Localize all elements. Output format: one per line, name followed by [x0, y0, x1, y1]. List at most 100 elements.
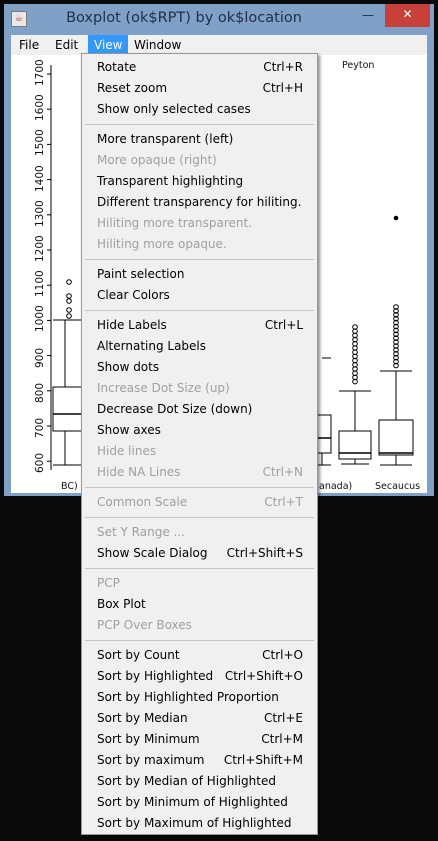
menu-item-shortcut: Ctrl+H — [262, 81, 303, 95]
y-tick-label: 1500 — [34, 129, 46, 157]
menu-item-set-y-range: Set Y Range ... — [82, 522, 317, 543]
menu-item-sort-by-count[interactable]: Sort by Count Ctrl+O — [82, 645, 317, 666]
menu-item-rotate[interactable]: Rotate Ctrl+R — [82, 57, 317, 78]
menu-edit[interactable]: Edit — [49, 35, 84, 55]
box-4-outlier — [393, 215, 399, 221]
menu-item-hiliting-more-transparent: Hiliting more transparent. — [82, 213, 317, 234]
menu-item-label: Different transparency for hiliting. — [97, 195, 302, 209]
box-1-outlier — [66, 307, 72, 313]
menu-item-shortcut: Ctrl+Shift+O — [224, 669, 303, 683]
category-label-peyton: Peyton — [342, 60, 375, 71]
menu-item-label: Show Scale Dialog — [97, 546, 208, 560]
box-2[interactable] — [315, 357, 332, 466]
menu-item-label: Sort by Median — [97, 711, 188, 725]
menu-item-label: Sort by Minimum — [97, 732, 200, 746]
menu-item-label: Reset zoom — [97, 81, 168, 95]
menu-item-show-scale-dialog[interactable]: Show Scale Dialog Ctrl+Shift+S — [82, 543, 317, 564]
menu-item-box-plot[interactable]: Box Plot — [82, 594, 317, 615]
category-label-1: BC) — [61, 481, 78, 492]
menu-item-label: Paint selection — [97, 267, 185, 281]
menu-item-sort-by-median-of-highlighted[interactable]: Sort by Median of Highlighted — [82, 771, 317, 792]
menu-item-clear-colors[interactable]: Clear Colors — [82, 285, 317, 306]
box-1-outlier — [66, 298, 72, 304]
menu-item-hide-na-lines: Hide NA Lines Ctrl+N — [82, 462, 317, 483]
menu-item-shortcut: Ctrl+L — [264, 318, 303, 332]
menu-item-reset-zoom[interactable]: Reset zoom Ctrl+H — [82, 78, 317, 99]
menu-item-sort-by-highlighted[interactable]: Sort by Highlighted Ctrl+Shift+O — [82, 666, 317, 687]
menu-item-shortcut: Ctrl+Shift+M — [223, 753, 303, 767]
minimize-button[interactable]: — — [355, 5, 381, 26]
menu-item-show-only-selected-cases[interactable]: Show only selected cases — [82, 99, 317, 120]
menu-item-transparent-highlighting[interactable]: Transparent highlighting — [82, 171, 317, 192]
menu-item-label: Sort by Count — [97, 648, 180, 662]
menu-item-sort-by-maximum[interactable]: Sort by maximum Ctrl+Shift+M — [82, 750, 317, 771]
title-bar[interactable]: ☕ Boxplot (ok$RPT) by ok$location — □ ✕ — [4, 4, 434, 34]
menu-item-different-transparency-for-hiliting[interactable]: Different transparency for hiliting. — [82, 192, 317, 213]
menu-item-label: Hide Labels — [97, 318, 167, 332]
box-4[interactable] — [378, 215, 414, 466]
menu-view[interactable]: View — [88, 35, 129, 55]
menu-item-label: PCP Over Boxes — [97, 618, 192, 632]
menu-item-label: Decrease Dot Size (down) — [97, 402, 253, 416]
menu-item-show-dots[interactable]: Show dots — [82, 357, 317, 378]
menu-item-show-axes[interactable]: Show axes — [82, 420, 317, 441]
menu-item-label: Rotate — [97, 60, 137, 74]
menu-item-common-scale: Common Scale Ctrl+T — [82, 492, 317, 513]
menu-bar: File Edit View Window — [11, 35, 427, 55]
menu-item-sort-by-minimum[interactable]: Sort by Minimum Ctrl+M — [82, 729, 317, 750]
menu-separator — [85, 640, 314, 641]
menu-window[interactable]: Window — [128, 35, 187, 55]
menu-item-label: Box Plot — [97, 597, 146, 611]
menu-item-label: Increase Dot Size (up) — [97, 381, 230, 395]
y-tick-label: 1300 — [34, 200, 46, 227]
menu-item-label: PCP — [97, 576, 120, 590]
y-tick-label: 1700 — [34, 59, 46, 86]
menu-item-alternating-labels[interactable]: Alternating Labels — [82, 336, 317, 357]
menu-item-paint-selection[interactable]: Paint selection — [82, 264, 317, 285]
y-tick-label: 600 — [34, 453, 46, 474]
menu-item-label: Hide NA Lines — [97, 465, 181, 479]
menu-item-shortcut: Ctrl+R — [263, 60, 303, 74]
menu-item-label: Clear Colors — [97, 288, 170, 302]
y-tick-label: 1100 — [34, 270, 46, 298]
menu-item-label: Sort by Median of Highlighted — [97, 774, 276, 788]
menu-item-label: Alternating Labels — [97, 339, 207, 353]
menu-item-label: Show only selected cases — [97, 102, 251, 116]
view-dropdown-menu: Rotate Ctrl+R Reset zoom Ctrl+H Show only se… — [81, 53, 318, 835]
menu-separator — [85, 487, 314, 488]
menu-item-label: Show axes — [97, 423, 161, 437]
menu-separator — [85, 259, 314, 260]
category-label-secaucus: Secaucus — [375, 481, 421, 492]
menu-separator — [85, 517, 314, 518]
y-tick-label: 900 — [34, 347, 46, 368]
box-2-body — [315, 414, 332, 454]
box-3[interactable] — [338, 324, 372, 465]
menu-item-hiliting-more-opaque: Hiliting more opaque. — [82, 234, 317, 255]
menu-item-label: Sort by maximum — [97, 753, 205, 767]
box-3-body — [338, 430, 372, 460]
menu-item-pcp-over-boxes: PCP Over Boxes — [82, 615, 317, 636]
menu-item-label: More opaque (right) — [97, 153, 217, 167]
menu-item-shortcut: Ctrl+N — [262, 465, 303, 479]
menu-item-more-transparent-left[interactable]: More transparent (left) — [82, 129, 317, 150]
menu-item-shortcut: Ctrl+O — [262, 648, 303, 662]
y-tick-label: 1600 — [34, 94, 46, 122]
menu-item-sort-by-minimum-of-highlighted[interactable]: Sort by Minimum of Highlighted — [82, 792, 317, 813]
menu-item-label: Transparent highlighting — [97, 174, 244, 188]
y-tick-label: 1000 — [34, 305, 46, 333]
close-button[interactable]: ✕ — [385, 4, 430, 27]
menu-item-label: Show dots — [97, 360, 160, 374]
menu-item-decrease-dot-size-down[interactable]: Decrease Dot Size (down) — [82, 399, 317, 420]
menu-item-shortcut: Ctrl+E — [264, 711, 303, 725]
menu-item-shortcut: Ctrl+M — [261, 732, 303, 746]
menu-item-shortcut: Ctrl+T — [264, 495, 303, 509]
menu-item-sort-by-median[interactable]: Sort by Median Ctrl+E — [82, 708, 317, 729]
box-1-outlier — [66, 313, 72, 319]
menu-item-label: Sort by Highlighted Proportion — [97, 690, 279, 704]
menu-item-sort-by-maximum-of-highlighted[interactable]: Sort by Maximum of Highlighted — [82, 813, 317, 834]
menu-item-increase-dot-size-up: Increase Dot Size (up) — [82, 378, 317, 399]
menu-item-hide-labels[interactable]: Hide Labels Ctrl+L — [82, 315, 317, 336]
menu-file[interactable]: File — [13, 35, 45, 55]
menu-item-label: Hide lines — [97, 444, 157, 458]
menu-item-sort-by-highlighted-proportion[interactable]: Sort by Highlighted Proportion — [82, 687, 317, 708]
